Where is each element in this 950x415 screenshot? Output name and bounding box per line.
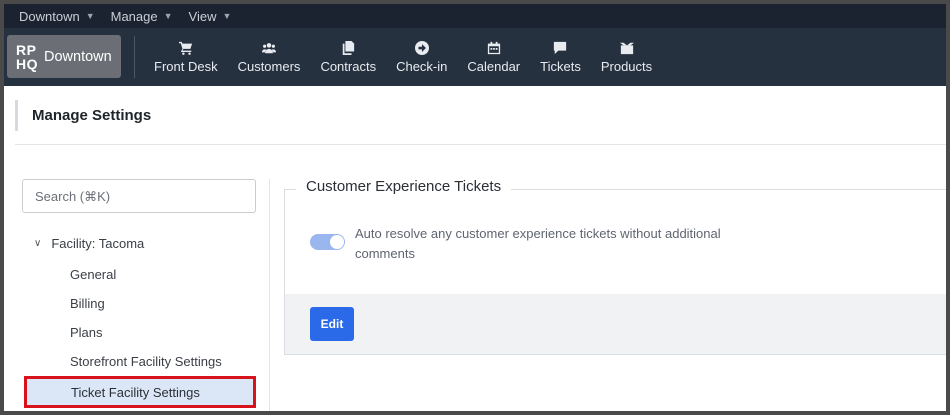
arrow-circle-icon bbox=[414, 40, 429, 55]
sidebar-item-billing[interactable]: Billing bbox=[70, 296, 105, 311]
chevron-down-icon: ∨ bbox=[34, 238, 42, 249]
nav-customers[interactable]: Customers bbox=[228, 28, 311, 86]
sidebar-item-label: Ticket Facility Settings bbox=[71, 384, 200, 400]
nav-label: Products bbox=[600, 58, 653, 74]
settings-search-input[interactable] bbox=[22, 179, 256, 213]
page-title: Manage Settings bbox=[32, 107, 152, 124]
auto-resolve-label: Auto resolve any customer experience tic… bbox=[355, 226, 721, 261]
brand-location-button[interactable]: RP HQ Downtown bbox=[7, 35, 121, 78]
toggle-knob bbox=[330, 235, 344, 249]
sidebar-item-plans[interactable]: Plans bbox=[70, 325, 103, 340]
users-icon bbox=[262, 42, 276, 53]
menu-label: Downtown bbox=[19, 8, 80, 24]
nav-label: Front Desk bbox=[154, 58, 218, 74]
rphq-logo: RP HQ bbox=[16, 43, 42, 71]
nav-contracts[interactable]: Contracts bbox=[310, 28, 386, 86]
sidebar-divider bbox=[269, 179, 270, 411]
nav-check-in[interactable]: Check-in bbox=[386, 28, 457, 86]
chevron-down-icon: ▼ bbox=[85, 11, 95, 21]
sidebar-item-general[interactable]: General bbox=[70, 267, 116, 282]
facility-tree-node[interactable]: ∨ Facility: Tacoma bbox=[34, 236, 144, 251]
sidebar-item-storefront-facility-settings[interactable]: Storefront Facility Settings bbox=[70, 354, 222, 369]
nav-label: Check-in bbox=[396, 58, 448, 74]
nav-tickets[interactable]: Tickets bbox=[530, 28, 591, 86]
documents-icon bbox=[343, 40, 355, 55]
nav-front-desk[interactable]: Front Desk bbox=[144, 28, 228, 86]
nav-products[interactable]: Products bbox=[591, 28, 662, 86]
menu-label: Manage bbox=[110, 8, 158, 24]
auto-resolve-toggle[interactable] bbox=[310, 234, 345, 250]
calendar-icon bbox=[487, 41, 500, 54]
chevron-down-icon: ▼ bbox=[222, 11, 232, 21]
logo-line-1: RP bbox=[16, 41, 37, 58]
top-menu-bar: Downtown ▼ Manage ▼ View ▼ bbox=[4, 4, 946, 28]
edit-button[interactable]: Edit bbox=[310, 307, 354, 341]
chat-icon bbox=[554, 41, 567, 54]
sidebar-item-ticket-facility-settings[interactable]: Ticket Facility Settings bbox=[24, 376, 256, 408]
page-header: Manage Settings bbox=[15, 100, 151, 131]
facility-label: Facility: Tacoma bbox=[51, 236, 145, 251]
nav-label: Customers bbox=[237, 58, 301, 74]
section-title: Customer Experience Tickets bbox=[296, 178, 512, 195]
boxes-icon bbox=[619, 42, 634, 54]
nav-label: Calendar bbox=[467, 58, 521, 74]
menu-label: View bbox=[188, 8, 217, 24]
logo-line-2: HQ bbox=[16, 55, 38, 72]
nav-items: Front Desk Customers Contracts Check-in … bbox=[144, 28, 662, 86]
app-frame: Downtown ▼ Manage ▼ View ▼ RP HQ Downtow… bbox=[4, 4, 946, 411]
cart-icon bbox=[178, 41, 192, 55]
main-nav-bar: RP HQ Downtown Front Desk Customers Cont… bbox=[4, 28, 946, 86]
menu-downtown[interactable]: Downtown ▼ bbox=[19, 9, 95, 24]
chevron-down-icon: ▼ bbox=[163, 11, 173, 21]
menu-manage[interactable]: Manage ▼ bbox=[111, 9, 173, 24]
brand-location-name: Downtown bbox=[44, 48, 112, 65]
menu-view[interactable]: View ▼ bbox=[189, 9, 232, 24]
nav-label: Tickets bbox=[540, 58, 581, 74]
nav-divider bbox=[134, 36, 135, 78]
header-divider bbox=[15, 144, 946, 145]
panel-footer bbox=[285, 294, 946, 354]
nav-calendar[interactable]: Calendar bbox=[457, 28, 530, 86]
nav-label: Contracts bbox=[320, 58, 377, 74]
